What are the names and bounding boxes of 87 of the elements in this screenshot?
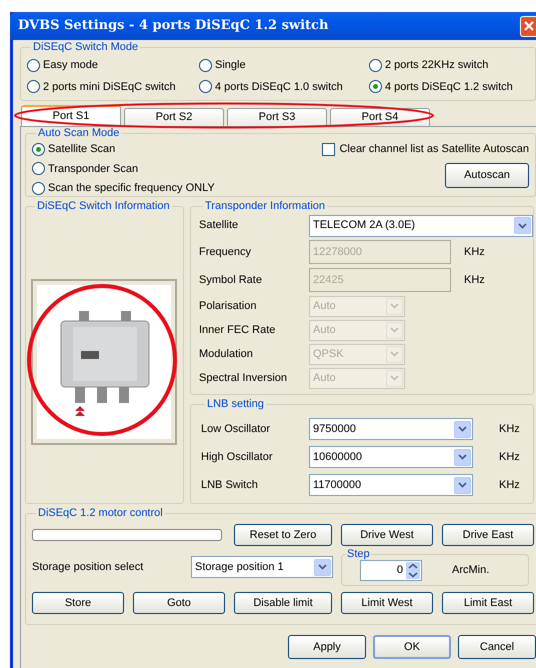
push-button[interactable]: Goto xyxy=(133,592,225,614)
push-button[interactable]: Disable limit xyxy=(234,592,332,614)
push-button[interactable]: OK xyxy=(373,635,451,659)
field-label: Spectral Inversion xyxy=(199,370,288,386)
push-button[interactable]: Drive East xyxy=(442,524,534,546)
group-title: DiSEqC Switch Information xyxy=(36,200,171,213)
dropdown-value: Auto xyxy=(312,370,337,386)
push-button[interactable]: Cancel xyxy=(458,635,536,659)
dropdown-value: 10600000 xyxy=(312,450,363,465)
dropdown-value: Storage position 1 xyxy=(194,560,285,575)
close-button[interactable] xyxy=(520,16,536,36)
field-label: High Oscillator xyxy=(201,450,274,465)
chevron-down-icon xyxy=(318,564,327,570)
push-button[interactable]: Apply xyxy=(288,635,366,659)
field-label: Low Oscillator xyxy=(201,422,272,437)
spin-value: 0 xyxy=(396,563,404,578)
radio-label: 4 ports DiSEqC 1.0 switch xyxy=(215,80,343,94)
field-label: Frequency xyxy=(199,244,252,260)
storage-label: Storage position select xyxy=(32,560,144,575)
group-title: DiSEqC 1.2 motor control xyxy=(37,507,164,520)
chevron-down-icon xyxy=(518,222,527,228)
dropdown-field[interactable]: 11700000 xyxy=(309,474,473,496)
chevron-down-icon xyxy=(390,375,399,381)
field-label: Polarisation xyxy=(199,298,258,314)
field-label: Modulation xyxy=(199,346,254,362)
chevron-down-icon xyxy=(458,454,467,460)
spin-arrows-icon[interactable] xyxy=(406,562,420,579)
group-title: Step xyxy=(346,548,371,560)
radio-label: Scan the specific frequency ONLY xyxy=(48,181,215,196)
radio-label: 2 ports mini DiSEqC switch xyxy=(43,80,176,94)
chevron-down-icon xyxy=(390,303,399,309)
dropdown-value: Auto xyxy=(312,298,337,314)
field-label: Inner FEC Rate xyxy=(199,322,276,338)
radio-button[interactable] xyxy=(32,162,45,176)
chevron-down-icon xyxy=(458,482,467,488)
unit-label: KHz xyxy=(464,244,485,260)
radio-button[interactable] xyxy=(32,182,45,195)
close-icon xyxy=(523,20,535,32)
field-label: Symbol Rate xyxy=(199,272,263,288)
radio-label: 2 ports 22KHz switch xyxy=(385,58,488,73)
tab[interactable]: Port S3 xyxy=(227,108,327,126)
window-title: DVBS Settings - 4 ports DiSEqC 1.2 switch xyxy=(18,17,328,36)
radio-button[interactable] xyxy=(199,58,212,72)
radio-button[interactable] xyxy=(369,58,382,72)
dropdown-value: 9750000 xyxy=(312,422,357,437)
radio-button[interactable] xyxy=(369,80,382,94)
push-button[interactable]: Reset to Zero xyxy=(234,524,332,546)
checkbox-label: Clear channel list as Satellite Autoscan xyxy=(339,142,529,157)
group-title: DiSEqC Switch Mode xyxy=(32,41,140,54)
push-button[interactable]: Drive West xyxy=(341,524,433,546)
group-title: Auto Scan Mode xyxy=(37,127,120,140)
dropdown-field[interactable]: 9750000 xyxy=(309,418,473,440)
unit-label: KHz xyxy=(499,450,520,465)
field-label: Satellite xyxy=(199,218,240,234)
group-title: Transponder Information xyxy=(204,200,326,213)
push-button[interactable]: Autoscan xyxy=(445,162,529,188)
radio-label: Single xyxy=(215,58,246,73)
push-button[interactable]: Limit West xyxy=(341,592,433,614)
push-button[interactable]: Store xyxy=(32,592,124,614)
radio-button[interactable] xyxy=(27,80,40,94)
radio-button[interactable] xyxy=(199,80,212,94)
unit-label: KHz xyxy=(499,478,520,493)
chevron-down-icon xyxy=(390,351,399,357)
spin-field[interactable]: 0 xyxy=(360,560,422,581)
field-label: LNB Switch xyxy=(201,478,259,493)
radio-label: 4 ports DiSEqC 1.2 switch xyxy=(385,80,513,94)
unit-label: KHz xyxy=(464,272,485,288)
dropdown-value: Auto xyxy=(312,322,337,338)
radio-button[interactable] xyxy=(32,142,45,156)
unit-label: ArcMin. xyxy=(452,563,490,578)
radio-button[interactable] xyxy=(27,58,40,72)
radio-label: Satellite Scan xyxy=(48,142,116,157)
dropdown-field[interactable]: TELECOM 2A (3.0E) xyxy=(309,214,533,236)
dropdown-value: QPSK xyxy=(312,346,345,362)
group-title: LNB setting xyxy=(206,398,265,411)
push-button[interactable]: Limit East xyxy=(442,592,534,614)
unit-label: KHz xyxy=(499,422,520,437)
dropdown-field[interactable]: 10600000 xyxy=(309,446,473,468)
dropdown-value: TELECOM 2A (3.0E) xyxy=(312,218,416,234)
radio-label: Easy mode xyxy=(43,58,98,73)
checkbox[interactable] xyxy=(322,142,336,156)
tab[interactable]: Port S2 xyxy=(124,108,224,126)
dropdown-value: 11700000 xyxy=(312,478,362,493)
dropdown-field[interactable]: Storage position 1 xyxy=(191,556,333,578)
chevron-down-icon xyxy=(390,327,399,333)
chevron-down-icon xyxy=(458,426,467,432)
radio-label: Transponder Scan xyxy=(48,162,138,176)
